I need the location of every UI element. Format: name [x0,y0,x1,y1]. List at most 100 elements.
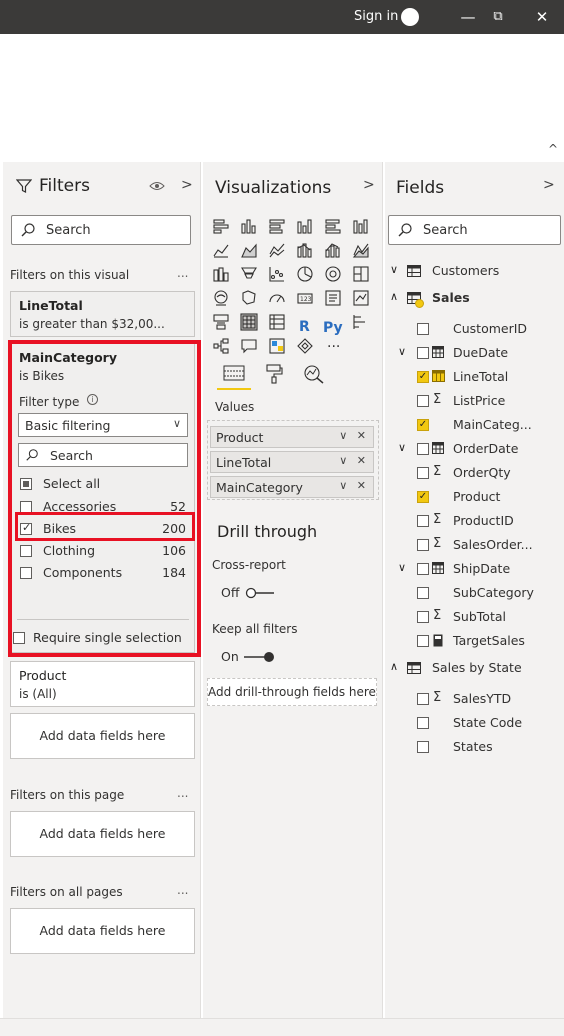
fields-pane: Fields > Search ∨ Customers ∧ Sales Cust… [385,162,564,1018]
duedate-checkbox[interactable] [417,347,429,359]
filter-card-maincategory[interactable]: MainCategory is Bikes Filter type i Basi… [10,343,195,653]
minimize-button[interactable]: — [456,6,480,28]
filter-card-product[interactable]: Product is (All) [10,661,195,707]
collapse-ribbon-button[interactable]: ^ [548,142,558,156]
well-actions-icon[interactable]: ∨ ✕ [339,429,369,442]
accessories-checkbox[interactable] [20,501,32,513]
in-use-badge-icon [415,299,424,308]
collapse-viz-chevron-icon[interactable]: > [363,177,375,193]
avatar[interactable] [401,8,419,26]
analytics-magnifier-icon[interactable] [303,364,325,384]
filter-card-linetotal[interactable]: LineTotal is greater than $32,00... [10,291,195,337]
sigma-icon: Σ [433,512,442,527]
python-visual-icon[interactable]: Py [323,320,343,336]
well-actions-icon[interactable]: ∨ ✕ [339,454,369,467]
page-add-fields-dropzone[interactable]: Add data fields here [10,811,195,857]
collapse-chevron-icon[interactable]: ∧ [390,290,398,303]
page-filters-more-icon[interactable]: ... [177,786,188,800]
all-filters-more-icon[interactable]: ... [177,883,188,897]
restore-button[interactable]: ⧉ [486,6,510,28]
table-sales[interactable]: Sales [432,290,470,305]
close-button[interactable]: ✕ [530,6,554,28]
table-customers[interactable]: Customers [432,263,499,278]
orderqty-checkbox[interactable] [417,467,429,479]
more-visuals-icon[interactable]: ··· [327,339,340,355]
filter-values-search-input[interactable]: Search [18,443,188,467]
eye-icon[interactable] [149,180,165,192]
expand-chevron-icon[interactable]: ∨ [390,263,398,276]
collapse-filters-chevron-icon[interactable]: > [181,177,193,193]
field-customerid[interactable]: CustomerID [453,321,527,336]
field-listprice[interactable]: ListPrice [453,393,505,408]
r-visual-icon[interactable]: R [299,319,310,335]
bikes-checkbox[interactable] [20,521,32,535]
visual-types-gallery[interactable]: 123 R Py ··· [211,216,381,356]
targetsales-checkbox[interactable] [417,635,429,647]
chevron-down-icon: ∨ [172,417,181,430]
status-bar [0,1018,564,1036]
field-orderqty[interactable]: OrderQty [453,465,511,480]
field-orderdate[interactable]: OrderDate [453,441,518,456]
keep-filters-toggle[interactable]: On [221,648,281,666]
salesorder-checkbox[interactable] [417,539,429,551]
svg-text:123: 123 [300,296,312,303]
orderdate-checkbox[interactable] [417,443,429,455]
keep-filters-label: Keep all filters [212,622,298,636]
collapse-fields-chevron-icon[interactable]: > [543,177,555,193]
field-state-code[interactable]: State Code [453,715,522,730]
maincategory-checkbox[interactable] [417,419,429,431]
expand-chevron-icon[interactable]: ∨ [398,561,406,574]
collapse-chevron-icon[interactable]: ∧ [390,660,398,673]
values-well-maincategory[interactable]: MainCategory ∨ ✕ [210,476,374,498]
field-shipdate[interactable]: ShipDate [453,561,510,576]
expand-chevron-icon[interactable]: ∨ [398,441,406,454]
visualizations-pane: Visualizations > 123 R Py ··· Values Pro… [203,162,383,1018]
format-paint-roller-icon[interactable] [265,364,283,384]
well-actions-icon[interactable]: ∨ ✕ [339,479,369,492]
field-salesorder[interactable]: SalesOrder... [453,537,533,552]
clothing-checkbox[interactable] [20,545,32,557]
field-states[interactable]: States [453,739,493,754]
field-duedate[interactable]: DueDate [453,345,508,360]
sign-in-link[interactable]: Sign in [354,9,398,24]
fields-tab-icon[interactable] [223,365,245,383]
field-linetotal[interactable]: LineTotal [453,369,508,384]
field-maincategory[interactable]: MainCateg... [453,417,532,432]
field-salesytd[interactable]: SalesYTD [453,691,511,706]
linetotal-checkbox[interactable] [417,371,429,383]
shipdate-checkbox[interactable] [417,563,429,575]
visual-filters-more-icon[interactable]: ... [177,266,188,280]
filters-search-input[interactable]: Search [11,215,191,245]
filter-type-dropdown[interactable]: Basic filtering ∨ [18,413,188,437]
statecode-checkbox[interactable] [417,717,429,729]
field-subcategory[interactable]: SubCategory [453,585,534,600]
drill-through-dropzone[interactable]: Add drill-through fields here [207,678,377,706]
values-well-linetotal[interactable]: LineTotal ∨ ✕ [210,451,374,473]
expand-chevron-icon[interactable]: ∨ [398,345,406,358]
table-icon [407,662,421,674]
ribbon-area: ^ [0,34,564,162]
field-product[interactable]: Product [453,489,500,504]
field-targetsales[interactable]: TargetSales [453,633,525,648]
subtotal-checkbox[interactable] [417,611,429,623]
require-single-checkbox[interactable] [13,632,25,644]
table-sales-by-state[interactable]: Sales by State [432,660,522,675]
calendar-icon [432,562,444,574]
values-well-product[interactable]: Product ∨ ✕ [210,426,374,448]
field-subtotal[interactable]: SubTotal [453,609,506,624]
info-icon[interactable]: i [87,394,98,405]
product-checkbox[interactable] [417,491,429,503]
listprice-checkbox[interactable] [417,395,429,407]
customerid-checkbox[interactable] [417,323,429,335]
components-checkbox[interactable] [20,567,32,579]
fields-search-input[interactable]: Search [388,215,561,245]
states-checkbox[interactable] [417,741,429,753]
all-pages-add-fields-dropzone[interactable]: Add data fields here [10,908,195,954]
cross-report-toggle[interactable]: Off [221,584,281,602]
subcategory-checkbox[interactable] [417,587,429,599]
productid-checkbox[interactable] [417,515,429,527]
select-all-checkbox[interactable] [20,478,32,490]
salesytd-checkbox[interactable] [417,693,429,705]
field-productid[interactable]: ProductID [453,513,514,528]
visual-add-fields-dropzone[interactable]: Add data fields here [10,713,195,759]
